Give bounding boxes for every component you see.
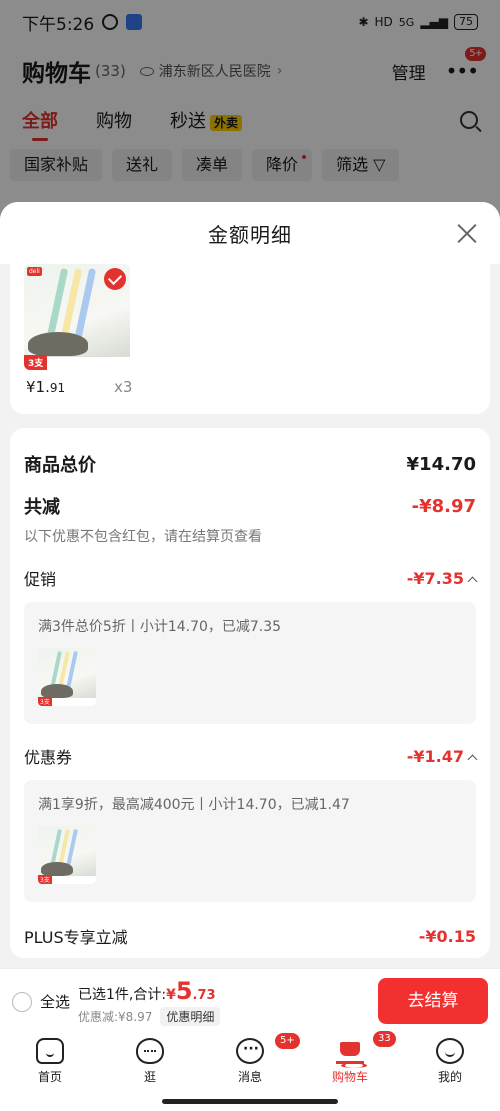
message-badge: 5+ xyxy=(274,1032,301,1050)
total-row: 商品总价 ¥14.70 xyxy=(24,428,476,480)
home-icon xyxy=(36,1038,64,1064)
total-value: ¥14.70 xyxy=(406,453,476,475)
price-integer: 5 xyxy=(175,977,193,1005)
checkout-button[interactable]: 去结算 xyxy=(378,978,488,1024)
cart-icon: 33 xyxy=(336,1030,397,1068)
total-label: 商品总价 xyxy=(24,455,96,476)
order-summary: 已选1件,合计: ¥5.73 优惠减:¥8.97 优惠明细 xyxy=(78,977,221,1026)
cart-badge: 33 xyxy=(372,1030,397,1048)
amount-detail-sheet: 金额明细 deli 3支 ¥1.91 x3 商品总价 ¥14.70 共减 -¥8… xyxy=(0,202,500,968)
user-icon xyxy=(436,1038,464,1064)
home-indicator[interactable] xyxy=(162,1099,338,1104)
unit-price: ¥1.91 xyxy=(26,378,65,396)
chevron-up-icon xyxy=(467,576,478,586)
coupon-row[interactable]: 优惠券 -¥1.47 xyxy=(24,738,478,774)
plus-row: PLUS专享立减 -¥0.15 xyxy=(24,918,476,954)
coupon-label: 优惠券 xyxy=(24,748,73,767)
select-all-toggle[interactable]: 全选 xyxy=(12,991,70,1012)
product-image[interactable]: deli 3支 xyxy=(24,264,130,370)
rock-image xyxy=(41,862,73,876)
total-price: ¥5.73 xyxy=(166,977,215,1005)
message-icon: 5+ xyxy=(236,1032,301,1064)
price-decimal: .73 xyxy=(192,988,216,1003)
reduce-value: -¥8.97 xyxy=(411,495,476,517)
promo-row[interactable]: 促销 -¥7.35 xyxy=(24,560,478,596)
stroll-icon xyxy=(136,1038,164,1064)
qty-tag: 3支 xyxy=(38,875,52,884)
rock-image xyxy=(41,684,73,698)
promo-detail-box: 满3件总价5折丨小计14.70，已减7.35 3支 xyxy=(24,602,476,724)
promo-detail: 满3件总价5折丨小计14.70，已减7.35 xyxy=(38,619,282,635)
coupon-product-thumb: 3支 xyxy=(38,826,96,884)
qty-tag: 3支 xyxy=(38,697,52,706)
unit-price-int: ¥1. xyxy=(26,378,50,396)
radio-icon[interactable] xyxy=(12,991,32,1012)
nav-label: 我的 xyxy=(437,1070,462,1084)
qty-tag: 3支 xyxy=(24,355,48,370)
rock-image xyxy=(28,332,88,356)
price-detail-card: 商品总价 ¥14.70 共减 -¥8.97 以下优惠不包含红包，请在结算页查看 … xyxy=(10,428,490,958)
sheet-title: 金额明细 xyxy=(208,222,292,247)
close-icon[interactable] xyxy=(456,222,478,244)
discount-detail-button[interactable]: 优惠明细 xyxy=(160,1007,221,1026)
nav-label: 购物车 xyxy=(331,1070,368,1084)
product-card: deli 3支 ¥1.91 x3 xyxy=(10,264,490,414)
nav-stroll[interactable]: 逛 xyxy=(120,1038,180,1085)
brand-logo: deli xyxy=(27,267,42,276)
sheet-header: 金额明细 xyxy=(0,202,500,264)
reduce-row: 共减 -¥8.97 xyxy=(24,486,476,526)
select-all-label: 全选 xyxy=(40,993,71,1011)
promo-value: -¥7.35 xyxy=(406,568,464,588)
discount-note: 以下优惠不包含红包，请在结算页查看 xyxy=(24,529,262,545)
chevron-up-icon xyxy=(467,754,478,764)
nav-label: 消息 xyxy=(237,1070,262,1084)
nav-label: 逛 xyxy=(143,1070,156,1084)
item-quantity: x3 xyxy=(114,378,133,396)
plus-label: PLUS专享立减 xyxy=(24,928,128,947)
plus-value: -¥0.15 xyxy=(418,926,476,946)
nav-messages[interactable]: 5+ 消息 xyxy=(220,1032,301,1085)
discount-summary: 优惠减:¥8.97 xyxy=(78,1010,153,1024)
price-currency: ¥ xyxy=(166,987,176,1003)
coupon-detail: 满1享9折，最高减400元丨小计14.70，已减1.47 xyxy=(38,797,350,813)
nav-home[interactable]: 首页 xyxy=(20,1038,80,1085)
coupon-detail-box: 满1享9折，最高减400元丨小计14.70，已减1.47 3支 xyxy=(24,780,476,902)
check-icon[interactable] xyxy=(104,268,126,290)
coupon-value: -¥1.47 xyxy=(406,746,464,766)
checkout-bar: 全选 已选1件,合计: ¥5.73 优惠减:¥8.97 优惠明细 去结算 xyxy=(0,968,500,1032)
nav-label: 首页 xyxy=(37,1070,62,1084)
promo-product-thumb: 3支 xyxy=(38,648,96,706)
selected-text: 已选1件,合计: xyxy=(78,987,167,1003)
reduce-label: 共减 xyxy=(24,497,60,518)
unit-price-dec: 91 xyxy=(49,381,66,395)
promo-label: 促销 xyxy=(24,570,57,589)
nav-me[interactable]: 我的 xyxy=(420,1038,480,1085)
nav-cart[interactable]: 33 购物车 xyxy=(320,1030,397,1085)
